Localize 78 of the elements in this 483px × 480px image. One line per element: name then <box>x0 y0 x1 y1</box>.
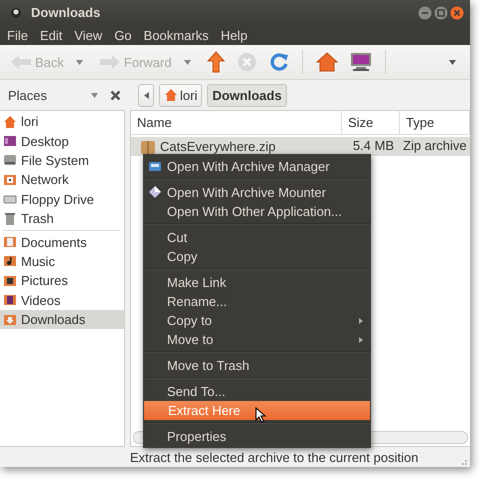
pictures-icon <box>3 274 17 288</box>
videos-icon <box>3 293 17 308</box>
forward-label: Forward <box>124 54 172 70</box>
places-dropdown[interactable]: Places <box>8 88 80 102</box>
menu-item[interactable]: Copy <box>143 247 371 266</box>
sidebar-item[interactable]: lori <box>0 112 124 132</box>
back-label: Back <box>35 54 64 70</box>
menu-item[interactable]: Bookmarks <box>138 28 215 42</box>
window-menu-icon[interactable] <box>10 6 22 18</box>
menu-item[interactable]: Go <box>108 28 138 42</box>
file-row[interactable]: CatsEverywhere.zip 5.4 MB Zip archive <box>131 137 470 156</box>
drive-icon <box>3 153 17 168</box>
menu-item[interactable]: Cut <box>143 228 371 247</box>
sidebar-item[interactable]: Downloads <box>0 310 124 330</box>
network-icon <box>3 172 17 187</box>
menu-item[interactable]: Move to <box>143 330 371 349</box>
overflow-caret-icon[interactable] <box>449 60 456 64</box>
status-text: Extract the selected archive to the current position <box>130 450 418 464</box>
sidebar-item[interactable]: Trash <box>0 208 124 228</box>
file-type: Zip archive <box>402 137 468 153</box>
menu-item[interactable]: Send To... <box>143 382 371 401</box>
menu-item[interactable]: Rename... <box>143 292 371 311</box>
dropdown-caret-icon[interactable] <box>76 60 83 64</box>
downloads-icon <box>3 312 17 327</box>
close-icon[interactable] <box>110 90 121 100</box>
breadcrumb-button[interactable]: Downloads <box>207 84 287 106</box>
archive-icon <box>148 159 162 173</box>
dropdown-caret-icon[interactable] <box>184 60 191 64</box>
file-size: 5.4 MB <box>352 137 395 153</box>
left-arrow-icon <box>10 54 32 70</box>
up-arrow-icon <box>206 51 225 73</box>
close-button[interactable] <box>450 6 464 20</box>
menu-item[interactable]: Properties <box>143 427 371 446</box>
menu-item[interactable]: Make Link <box>143 273 371 292</box>
maximize-button[interactable] <box>434 6 448 20</box>
sidebar-item[interactable]: Floppy Drive <box>0 190 124 209</box>
house-icon <box>164 88 178 102</box>
column-header[interactable]: Size <box>342 111 400 134</box>
sidebar-item[interactable]: Desktop <box>0 131 124 151</box>
sidebar-item[interactable]: Documents <box>0 232 124 252</box>
minimize-button[interactable] <box>418 6 432 20</box>
submenu-arrow-icon <box>359 336 363 342</box>
menu-item[interactable]: Open With Other Application... <box>143 202 371 221</box>
sidebar-item[interactable]: File System <box>0 150 124 170</box>
path-back-button[interactable] <box>138 84 154 106</box>
zip-file-icon <box>140 138 156 155</box>
menu-item[interactable]: File <box>1 28 34 42</box>
right-arrow-icon <box>98 54 121 70</box>
resize-grip-icon[interactable] <box>459 457 467 465</box>
menu-item[interactable]: Edit <box>34 28 68 42</box>
breadcrumb-button[interactable]: lori <box>159 84 202 106</box>
menu-item[interactable]: Open With Archive Mounter <box>143 183 371 202</box>
music-icon <box>3 254 17 268</box>
stop-icon <box>236 52 257 72</box>
cursor-icon <box>255 407 266 423</box>
menu-item[interactable]: View <box>68 28 108 42</box>
submenu-arrow-icon <box>359 318 363 324</box>
house-icon <box>316 52 338 72</box>
diamond-icon <box>148 185 162 199</box>
reload-icon <box>268 52 289 72</box>
trash-icon <box>3 212 17 226</box>
home-icon <box>3 114 17 129</box>
column-header[interactable]: Type <box>400 111 470 134</box>
sidebar-item[interactable]: Network <box>0 170 124 190</box>
menu-item[interactable]: Open With Archive Manager <box>143 157 371 176</box>
sidebar-item[interactable]: Pictures <box>0 271 124 291</box>
file-name: CatsEverywhere.zip <box>160 138 276 155</box>
menu-item[interactable]: Help <box>214 28 254 42</box>
documents-icon <box>3 235 17 250</box>
column-header[interactable]: Name <box>131 111 342 134</box>
menu-item[interactable]: Copy to <box>143 311 371 330</box>
window-title: Downloads <box>31 5 102 20</box>
desktop-icon <box>3 134 17 148</box>
menu-item[interactable]: Move to Trash <box>143 356 371 375</box>
sidebar-item[interactable]: Music <box>0 252 124 272</box>
monitor-icon <box>350 52 372 72</box>
sidebar-item[interactable]: Videos <box>0 290 124 310</box>
left-caret-icon <box>144 92 148 98</box>
